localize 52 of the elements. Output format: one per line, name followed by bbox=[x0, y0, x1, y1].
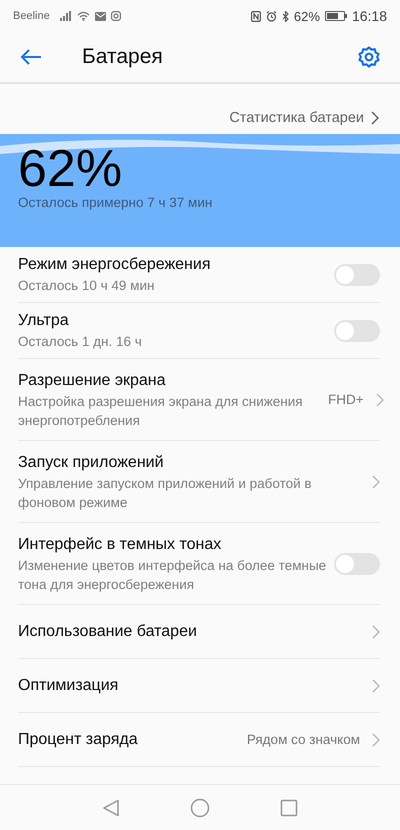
chevron-right-icon bbox=[372, 732, 380, 746]
settings-row[interactable]: Использование батареи bbox=[18, 605, 380, 659]
statistics-link[interactable]: Статистика батареи bbox=[229, 110, 364, 126]
setting-description: Настройка разрешения экрана для снижения энергопотребления bbox=[18, 392, 304, 430]
settings-icon[interactable] bbox=[358, 46, 380, 68]
settings-row[interactable]: Интерфейс в темных тонах Изменение цветов интерфейса на более темные тона для энергосбережения bbox=[18, 523, 380, 605]
setting-value: FHD+ bbox=[328, 392, 364, 407]
carrier-name: Beeline bbox=[13, 10, 50, 22]
settings-row[interactable]: Режим энергосбережения Осталось 10 ч 49 мин bbox=[18, 247, 380, 303]
setting-title: Интерфейс в темных тонах bbox=[18, 534, 222, 554]
chevron-right-icon bbox=[376, 392, 384, 406]
setting-title: Процент заряда bbox=[18, 730, 139, 750]
toggle-switch[interactable] bbox=[334, 320, 380, 342]
setting-value: Рядом со значком bbox=[246, 732, 360, 747]
signal-icon bbox=[60, 11, 72, 21]
battery-percent: 62% bbox=[294, 8, 320, 24]
home-circle-icon[interactable] bbox=[190, 798, 210, 818]
chevron-right-icon bbox=[372, 474, 380, 488]
toggle-switch[interactable] bbox=[334, 264, 380, 286]
setting-title: Режим энергосбережения bbox=[18, 255, 212, 275]
nfc-icon bbox=[250, 10, 261, 22]
setting-title: Использование батареи bbox=[18, 622, 198, 642]
setting-description: Осталось 1 дн. 16 ч bbox=[18, 333, 143, 351]
settings-row[interactable]: Ультра Осталось 1 дн. 16 ч bbox=[18, 303, 380, 359]
battery-icon bbox=[324, 11, 347, 21]
chevron-right-icon bbox=[371, 111, 379, 125]
back-triangle-icon[interactable] bbox=[102, 798, 120, 816]
setting-title: Оптимизация bbox=[18, 676, 120, 696]
clock-time: 16:18 bbox=[352, 8, 387, 24]
settings-row[interactable]: Разрешение экрана Настройка разрешения экрана для снижения энергопотребления FHD+ bbox=[18, 359, 380, 441]
back-arrow-icon[interactable] bbox=[20, 49, 42, 65]
setting-title: Ультра bbox=[18, 311, 70, 331]
setting-description: Изменение цветов интерфейса на более темные тона для энергосбережения bbox=[18, 556, 328, 594]
screen-title: Батарея bbox=[82, 45, 164, 69]
setting-title: Разрешение экрана bbox=[18, 370, 167, 390]
settings-row[interactable]: Процент заряда Рядом со значком bbox=[18, 713, 380, 767]
mail-icon bbox=[94, 12, 106, 20]
wifi-icon bbox=[76, 11, 90, 21]
setting-description: Управление запуском приложений и работой в фоновом режиме bbox=[18, 474, 313, 512]
time-remaining: Осталось примерно 7 ч 37 мин bbox=[18, 195, 212, 210]
camera-icon bbox=[110, 11, 121, 21]
toggle-switch[interactable] bbox=[334, 552, 380, 574]
settings-row[interactable]: Запуск приложений Управление запуском приложений и работой в фоновом режиме bbox=[18, 441, 380, 523]
chevron-right-icon bbox=[372, 678, 380, 692]
alarm-icon bbox=[266, 10, 277, 22]
setting-description: Осталось 10 ч 49 мин bbox=[18, 277, 156, 295]
recents-square-icon[interactable] bbox=[280, 798, 298, 816]
bluetooth-icon bbox=[282, 10, 289, 22]
chevron-right-icon bbox=[372, 624, 380, 638]
battery-percentage: 62% bbox=[18, 140, 124, 198]
setting-title: Запуск приложений bbox=[18, 452, 165, 472]
settings-row[interactable]: Оптимизация bbox=[18, 659, 380, 713]
